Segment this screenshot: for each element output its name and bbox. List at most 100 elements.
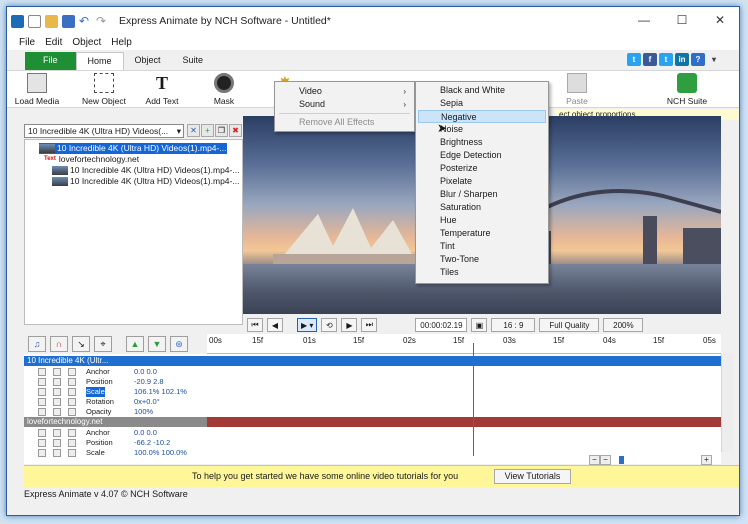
nch-suite-button[interactable]: NCH Suite <box>657 73 717 106</box>
zoom-in-icon[interactable]: + <box>701 454 712 465</box>
twitter-icon[interactable]: t <box>659 53 673 66</box>
zoom-slider[interactable] <box>611 455 701 465</box>
menu-file[interactable]: File <box>7 37 41 48</box>
list-item[interactable]: 10 Incredible 4K (Ultra HD) Videos(1).mp… <box>52 176 239 187</box>
chevron-down-icon[interactable]: ▾ <box>707 53 721 66</box>
settings-icon[interactable]: ⊛ <box>170 336 188 352</box>
quality-button[interactable]: Full Quality <box>539 318 600 332</box>
list-item[interactable]: 10 Incredible 4K (Ultra HD) Videos(1).mp… <box>39 143 227 154</box>
list-item[interactable]: 10 Incredible 4K (Ultra HD) Videos(1).mp… <box>52 165 239 176</box>
help-icon[interactable]: ? <box>691 53 705 66</box>
tab-suite[interactable]: Suite <box>172 52 215 70</box>
minimize-button[interactable]: — <box>625 7 663 33</box>
video-clip[interactable] <box>207 356 721 366</box>
remove-icon[interactable]: ✖ <box>229 124 242 137</box>
effect-hue[interactable]: Hue <box>418 214 546 227</box>
effect-tiles[interactable]: Tiles <box>418 266 546 279</box>
new-icon[interactable] <box>28 14 41 28</box>
chevron-right-icon: › <box>403 87 406 96</box>
object-selector[interactable]: 10 Incredible 4K (Ultra HD) Videos(... ▾ <box>24 124 184 138</box>
prop-row: Anchor 0.0 0.0 <box>24 428 212 438</box>
ctx-item-video[interactable]: Video › <box>277 85 412 98</box>
keyframe-icon[interactable]: ⌖ <box>94 336 112 352</box>
paste-label: Paste <box>566 96 588 106</box>
new-object-button[interactable]: New Object <box>74 73 134 106</box>
zoom-reset-icon[interactable]: − <box>600 454 611 465</box>
view-tutorials-button[interactable]: View Tutorials <box>494 469 571 484</box>
add-green-icon[interactable]: + <box>201 124 214 137</box>
zoom-level-button[interactable]: 200% <box>603 318 644 332</box>
skip-start-icon[interactable]: ⏮ <box>247 318 263 332</box>
magnet-icon[interactable]: ∩ <box>50 336 68 352</box>
object-selector-value: 10 Incredible 4K (Ultra HD) Videos(... <box>28 126 169 136</box>
film-icon <box>27 73 47 93</box>
audio-icon[interactable]: ♫ <box>28 336 46 352</box>
open-folder-icon[interactable] <box>45 14 58 28</box>
track-header[interactable]: 10 Incredible 4K (Ultr... <box>24 356 212 366</box>
app-window: ↶ ↷ Express Animate by NCH Software - Un… <box>6 6 740 516</box>
effect-edge-detection[interactable]: Edge Detection <box>418 149 546 162</box>
nch-suite-label: NCH Suite <box>666 96 708 106</box>
move-down-icon[interactable]: ▼ <box>148 336 166 352</box>
delete-x-icon[interactable]: ✕ <box>187 124 200 137</box>
twitter-icon[interactable]: t <box>627 53 641 66</box>
prop-row: Scale 100.0% 100.0% <box>24 448 212 458</box>
tab-object[interactable]: Object <box>124 52 172 70</box>
snapshot-icon[interactable]: ▣ <box>471 318 488 332</box>
effect-saturation[interactable]: Saturation <box>418 201 546 214</box>
ctx-item-sound[interactable]: Sound › <box>277 98 412 111</box>
tab-home[interactable]: Home <box>75 52 124 70</box>
duplicate-icon[interactable]: ❐ <box>215 124 228 137</box>
video-effects-submenu: Black and White Sepia Negative Noise Bri… <box>415 81 549 284</box>
add-text-button[interactable]: T Add Text <box>132 73 192 107</box>
timeline-ruler[interactable]: 00s 15f 01s 15f 02s 15f 03s 15f 04s 15f … <box>207 334 721 354</box>
effect-pixelate[interactable]: Pixelate <box>418 175 546 188</box>
divider <box>279 113 410 114</box>
load-media-button[interactable]: Load Media <box>7 73 67 106</box>
track-header[interactable]: lovefortechnology.net <box>24 417 212 427</box>
curve-icon[interactable]: ↘ <box>72 336 90 352</box>
effect-posterize[interactable]: Posterize <box>418 162 546 175</box>
play-icon[interactable]: ▶ ▾ <box>297 318 318 332</box>
paste-button[interactable]: Paste <box>547 73 607 106</box>
step-forward-icon[interactable]: ▶ <box>341 318 358 332</box>
loop-icon[interactable]: ⟲ <box>321 318 338 332</box>
step-back-icon[interactable]: ◀ <box>267 318 283 332</box>
undo-icon[interactable]: ↶ <box>79 15 92 28</box>
skip-end-icon[interactable]: ⏭ <box>361 318 378 332</box>
track-properties: 10 Incredible 4K (Ultr... Anchor 0.0 0.0 … <box>24 354 212 464</box>
redo-icon[interactable]: ↷ <box>96 15 109 28</box>
suite-icon <box>677 73 697 93</box>
linkedin-icon[interactable]: in <box>675 53 689 66</box>
aspect-ratio-button[interactable]: 16 : 9 <box>491 318 536 332</box>
tab-file[interactable]: File <box>25 52 76 70</box>
timeline-tracks[interactable] <box>207 354 721 464</box>
effect-blur-sharpen[interactable]: Blur / Sharpen <box>418 188 546 201</box>
time-display[interactable]: 00:00:02.19 <box>415 318 468 332</box>
effect-two-tone[interactable]: Two-Tone <box>418 253 546 266</box>
effect-sepia[interactable]: Sepia <box>418 97 546 110</box>
zoom-out-icon[interactable]: − <box>589 454 600 465</box>
mask-icon <box>214 73 234 93</box>
effect-black-and-white[interactable]: Black and White <box>418 84 546 97</box>
move-up-icon[interactable]: ▲ <box>126 336 144 352</box>
menu-object[interactable]: Object <box>68 37 107 48</box>
facebook-icon[interactable]: f <box>643 53 657 66</box>
text-clip[interactable] <box>207 417 721 427</box>
mask-button[interactable]: Mask <box>194 73 254 106</box>
prop-row: Scale 106.1% 102.1% <box>24 387 212 397</box>
prop-row: Position -20.9 2.8 <box>24 377 212 387</box>
effect-temperature[interactable]: Temperature <box>418 227 546 240</box>
title-bar: ↶ ↷ Express Animate by NCH Software - Un… <box>7 7 739 35</box>
list-item[interactable]: Text lovefortechnology.net <box>44 154 139 165</box>
close-button[interactable]: ✕ <box>701 7 739 33</box>
menu-edit[interactable]: Edit <box>41 37 68 48</box>
vertical-scrollbar[interactable] <box>721 354 733 452</box>
save-icon[interactable] <box>62 14 75 28</box>
menu-help[interactable]: Help <box>107 37 138 48</box>
maximize-button[interactable]: ☐ <box>663 7 701 33</box>
playhead[interactable] <box>473 343 474 456</box>
prop-row: Anchor 0.0 0.0 <box>24 367 212 377</box>
effect-tint[interactable]: Tint <box>418 240 546 253</box>
effect-brightness[interactable]: Brightness <box>418 136 546 149</box>
